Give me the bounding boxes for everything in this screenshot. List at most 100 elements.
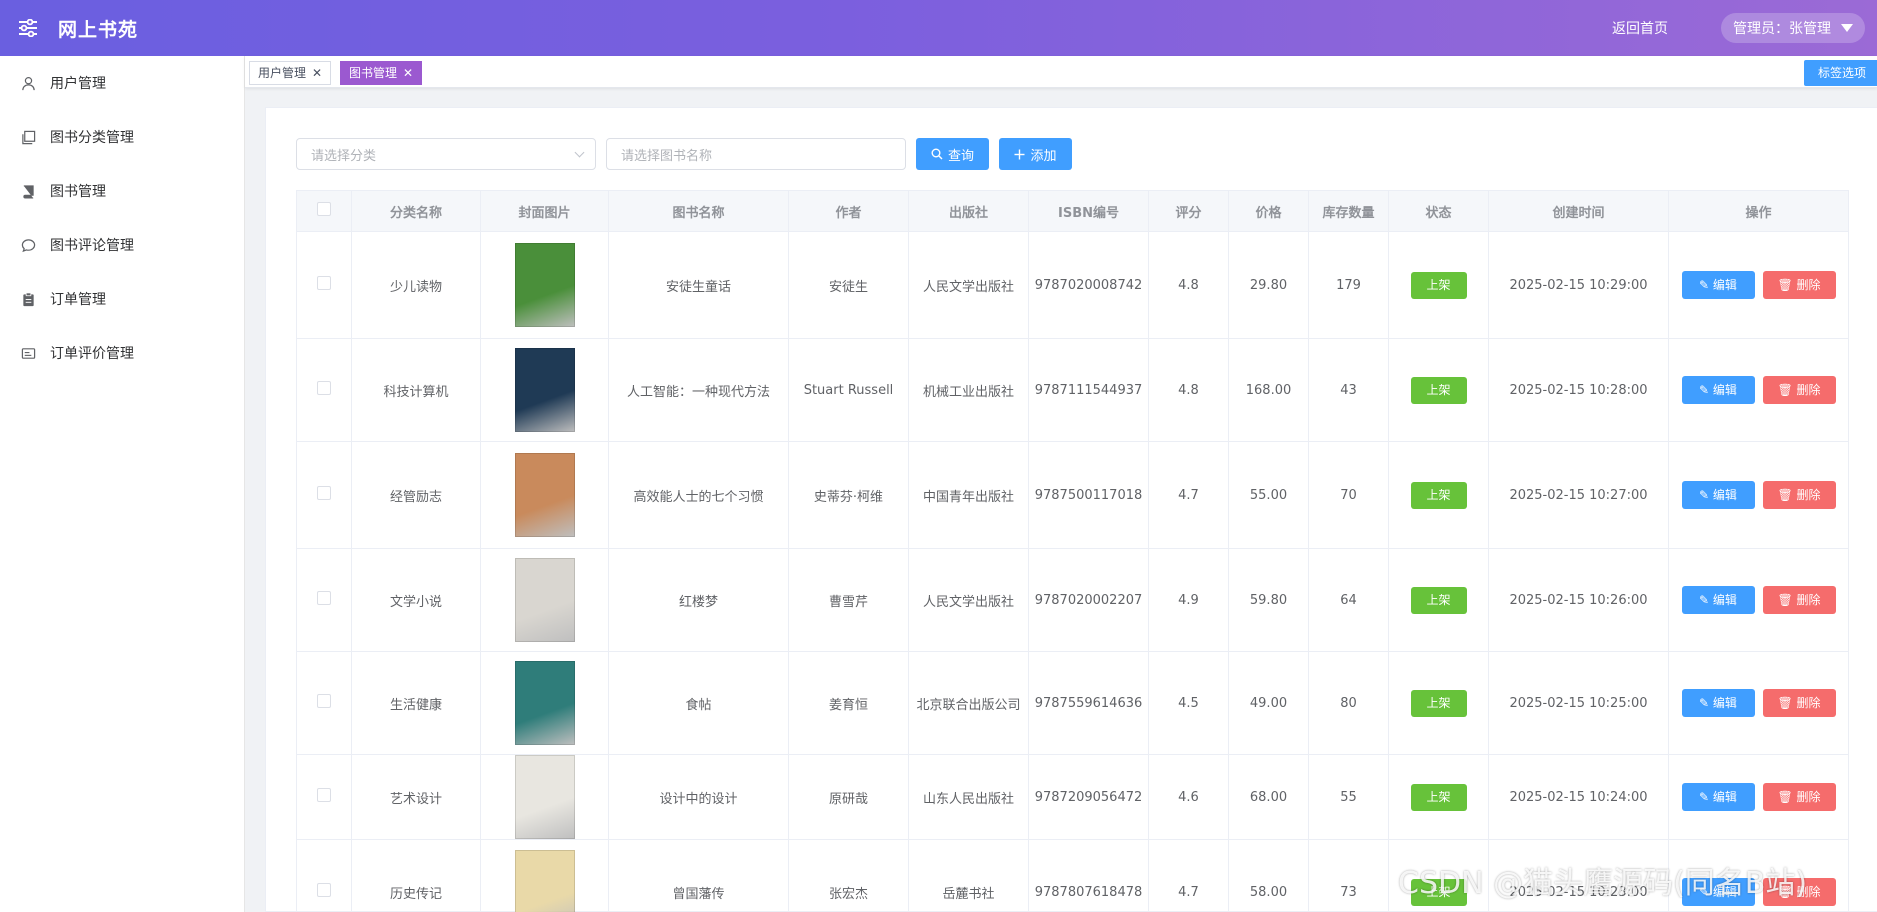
app-title: 网上书苑 (58, 18, 139, 41)
stock-cell: 73 (1308, 839, 1389, 912)
tab-label: 图书管理 (349, 66, 398, 80)
sidebar-item-label: 用户管理 (50, 76, 106, 92)
stock-cell: 64 (1308, 548, 1389, 652)
status-cell: 上架 (1388, 231, 1489, 339)
book-icon (20, 183, 36, 199)
status-badge: 上架 (1410, 481, 1467, 509)
delete-button[interactable]: 🗑 删除 (1762, 271, 1836, 299)
book-cover-image[interactable] (514, 755, 575, 839)
actions-cell: ✎ 编辑 🗑 删除 (1668, 338, 1849, 442)
close-icon[interactable]: ✕ (403, 62, 413, 84)
delete-button[interactable]: 🗑 删除 (1762, 586, 1836, 614)
add-label: 添加 (1030, 148, 1057, 164)
edit-button[interactable]: ✎ 编辑 (1681, 689, 1755, 717)
isbn-cell: 9787111544937 (1028, 338, 1149, 442)
edit-label: 编辑 (1712, 790, 1737, 804)
add-button[interactable]: 添加 (999, 138, 1072, 170)
home-link[interactable]: 返回首页 (1612, 18, 1668, 38)
book-cover-image[interactable] (514, 453, 575, 537)
row-checkbox[interactable] (317, 276, 331, 290)
top-header: 网上书苑 返回首页 管理员：张管理 (0, 0, 1877, 56)
edit-button[interactable]: ✎ 编辑 (1681, 586, 1755, 614)
tab-books[interactable]: 图书管理 ✕ (340, 61, 423, 85)
price-cell: 168.00 (1228, 338, 1309, 442)
edit-icon: ✎ (1699, 593, 1713, 607)
delete-button[interactable]: 🗑 删除 (1762, 481, 1836, 509)
edit-button[interactable]: ✎ 编辑 (1681, 783, 1755, 811)
sidebar-item-books[interactable]: 图书管理 (0, 164, 244, 218)
trash-icon: 🗑 (1777, 278, 1797, 292)
delete-button[interactable]: 🗑 删除 (1762, 783, 1836, 811)
edit-button[interactable]: ✎ 编辑 (1681, 271, 1755, 299)
book-name-cell: 人工智能：一种现代方法 (608, 338, 789, 442)
isbn-cell: 9787209056472 (1028, 754, 1149, 840)
row-checkbox[interactable] (317, 381, 331, 395)
actions-cell: ✎ 编辑 🗑 删除 (1668, 548, 1849, 652)
book-cover-image[interactable] (514, 558, 575, 642)
row-checkbox[interactable] (317, 788, 331, 802)
cover-cell (480, 651, 609, 755)
price-cell: 29.80 (1228, 231, 1309, 339)
copy-icon (20, 129, 36, 145)
edit-button[interactable]: ✎ 编辑 (1681, 376, 1755, 404)
isbn-cell: 9787020002207 (1028, 548, 1149, 652)
book-cover-image[interactable] (514, 850, 575, 912)
admin-dropdown[interactable]: 管理员：张管理 (1721, 13, 1865, 43)
category-cell: 文学小说 (351, 548, 481, 652)
book-name-cell: 红楼梦 (608, 548, 789, 652)
stock-cell: 179 (1308, 231, 1389, 339)
sliders-icon[interactable] (0, 0, 56, 56)
edit-button[interactable]: ✎ 编辑 (1681, 481, 1755, 509)
sidebar-item-users[interactable]: 用户管理 (0, 56, 244, 110)
column-header: 创建时间 (1488, 190, 1669, 232)
sidebar-item-label: 订单管理 (50, 292, 106, 308)
price-cell: 49.00 (1228, 651, 1309, 755)
sidebar-item-book-comments[interactable]: 图书评论管理 (0, 218, 244, 272)
delete-label: 删除 (1796, 278, 1821, 292)
author-cell: Stuart Russell (788, 338, 909, 442)
trash-icon: 🗑 (1777, 790, 1797, 804)
tab-options-button[interactable]: 标签选项 (1804, 60, 1877, 86)
book-name-input[interactable]: 请选择图书名称 (606, 138, 906, 170)
stock-cell: 70 (1308, 441, 1389, 549)
sidebar: 用户管理 图书分类管理 图书管理 图书评论管理 订单管理 订单评价管理 (0, 56, 245, 912)
rating-cell: 4.7 (1148, 839, 1229, 912)
delete-button[interactable]: 🗑 删除 (1762, 689, 1836, 717)
sidebar-item-label: 订单评价管理 (50, 346, 134, 362)
tab-users[interactable]: 用户管理 ✕ (249, 61, 332, 85)
category-select[interactable]: 请选择分类 (296, 138, 596, 170)
row-select-cell (296, 338, 352, 442)
category-cell: 历史传记 (351, 839, 481, 912)
rating-cell: 4.8 (1148, 231, 1229, 339)
book-cover-image[interactable] (514, 661, 575, 745)
row-checkbox[interactable] (317, 591, 331, 605)
status-cell: 上架 (1388, 651, 1489, 755)
search-button[interactable]: 查询 (916, 138, 989, 170)
book-cover-image[interactable] (514, 348, 575, 432)
rating-cell: 4.5 (1148, 651, 1229, 755)
sidebar-item-order-reviews[interactable]: 订单评价管理 (0, 326, 244, 380)
column-header: 评分 (1148, 190, 1229, 232)
created-time-cell: 2025-02-15 10:29:00 (1488, 231, 1669, 339)
sidebar-item-orders[interactable]: 订单管理 (0, 272, 244, 326)
select-all-checkbox[interactable] (317, 202, 331, 216)
stock-cell: 43 (1308, 338, 1389, 442)
delete-button[interactable]: 🗑 删除 (1762, 376, 1836, 404)
edit-icon: ✎ (1699, 696, 1713, 710)
trash-icon: 🗑 (1777, 696, 1797, 710)
row-select-cell (296, 548, 352, 652)
author-cell: 原研哉 (788, 754, 909, 840)
book-name-cell: 食帖 (608, 651, 789, 755)
sidebar-item-book-categories[interactable]: 图书分类管理 (0, 110, 244, 164)
row-checkbox[interactable] (317, 694, 331, 708)
category-placeholder: 请选择分类 (311, 148, 377, 164)
row-checkbox[interactable] (317, 883, 331, 897)
search-icon (931, 148, 943, 160)
row-checkbox[interactable] (317, 486, 331, 500)
book-name-cell: 曾国藩传 (608, 839, 789, 912)
stock-cell: 55 (1308, 754, 1389, 840)
book-cover-image[interactable] (514, 243, 575, 327)
close-icon[interactable]: ✕ (312, 62, 322, 84)
column-header: 状态 (1388, 190, 1489, 232)
status-badge: 上架 (1410, 376, 1467, 404)
